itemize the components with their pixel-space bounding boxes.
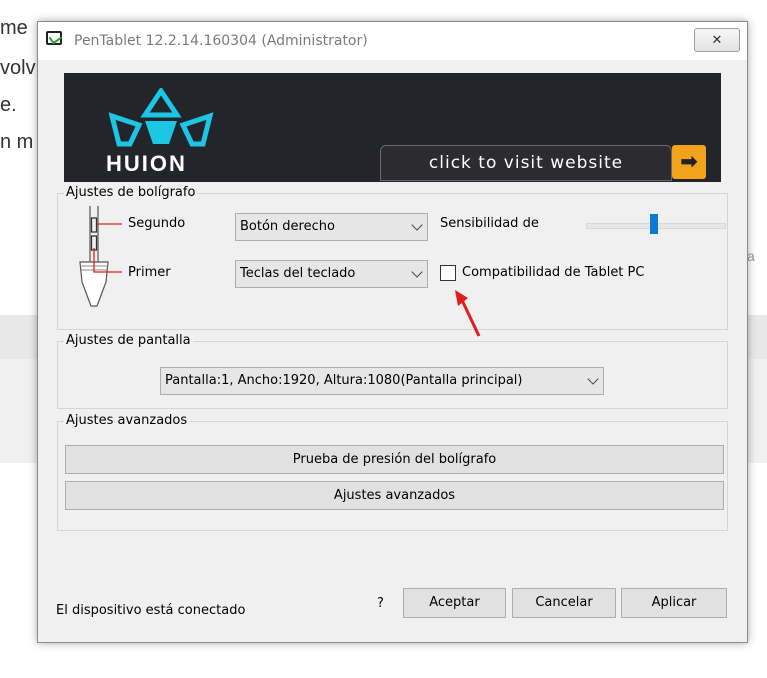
background-text-line: me xyxy=(0,17,28,39)
close-button[interactable]: ✕ xyxy=(694,28,740,52)
background-side-text: a xyxy=(747,248,755,264)
background-text-line: n m xyxy=(0,131,34,153)
second-button-select[interactable]: Botón derecho xyxy=(235,213,428,241)
pen-settings-label: Ajustes de bolígrafo xyxy=(64,185,198,200)
second-button-label: Segundo xyxy=(128,216,186,231)
advanced-settings-group: Ajustes avanzados xyxy=(57,413,728,531)
second-button-value: Botón derecho xyxy=(240,219,335,234)
background-text-line: volv xyxy=(0,57,36,79)
screen-select-value: Pantalla:1, Ancho:1920, Altura:1080(Pant… xyxy=(165,373,523,388)
visit-website-link[interactable]: click to visit website xyxy=(380,145,672,181)
connection-status: El dispositivo está conectado xyxy=(56,603,246,618)
first-button-value: Teclas del teclado xyxy=(240,266,356,281)
cancel-button[interactable]: Cancelar xyxy=(512,588,616,618)
sensitivity-slider-thumb[interactable] xyxy=(650,214,658,234)
first-button-label: Primer xyxy=(128,265,171,280)
pentablet-window: PenTablet 12.2.14.160304 (Administrator)… xyxy=(37,21,748,643)
help-button[interactable]: ? xyxy=(377,596,384,611)
apply-button[interactable]: Aplicar xyxy=(621,588,727,618)
pen-illustration-icon xyxy=(79,206,122,307)
huion-crown-logo xyxy=(108,88,214,147)
sensitivity-label: Sensibilidad de xyxy=(440,216,539,231)
chevron-down-icon xyxy=(587,373,599,385)
accept-button[interactable]: Aceptar xyxy=(403,588,506,618)
huion-logo-text: HUION xyxy=(106,151,187,176)
app-icon xyxy=(46,31,62,45)
window-title: PenTablet 12.2.14.160304 (Administrator) xyxy=(74,33,368,49)
advanced-settings-button[interactable]: Ajustes avanzados xyxy=(65,481,724,510)
chevron-down-icon xyxy=(411,219,423,231)
arrow-right-icon[interactable]: ➡ xyxy=(672,145,706,179)
background-text-line: e. xyxy=(0,94,17,116)
screen-settings-label: Ajustes de pantalla xyxy=(64,333,193,348)
screen-select[interactable]: Pantalla:1, Ancho:1920, Altura:1080(Pant… xyxy=(160,367,604,395)
annotation-arrow-icon xyxy=(455,290,481,337)
advanced-settings-label: Ajustes avanzados xyxy=(64,413,190,428)
tablet-pc-checkbox[interactable] xyxy=(440,265,456,281)
chevron-down-icon xyxy=(411,266,423,278)
first-button-select[interactable]: Teclas del teclado xyxy=(235,260,428,288)
tablet-pc-label[interactable]: Compatibilidad de Tablet PC xyxy=(462,265,644,280)
pressure-test-button[interactable]: Prueba de presión del bolígrafo xyxy=(65,445,724,474)
title-bar[interactable]: PenTablet 12.2.14.160304 (Administrator)… xyxy=(38,22,747,60)
huion-banner[interactable]: HUION click to visit website ➡ xyxy=(64,73,721,182)
